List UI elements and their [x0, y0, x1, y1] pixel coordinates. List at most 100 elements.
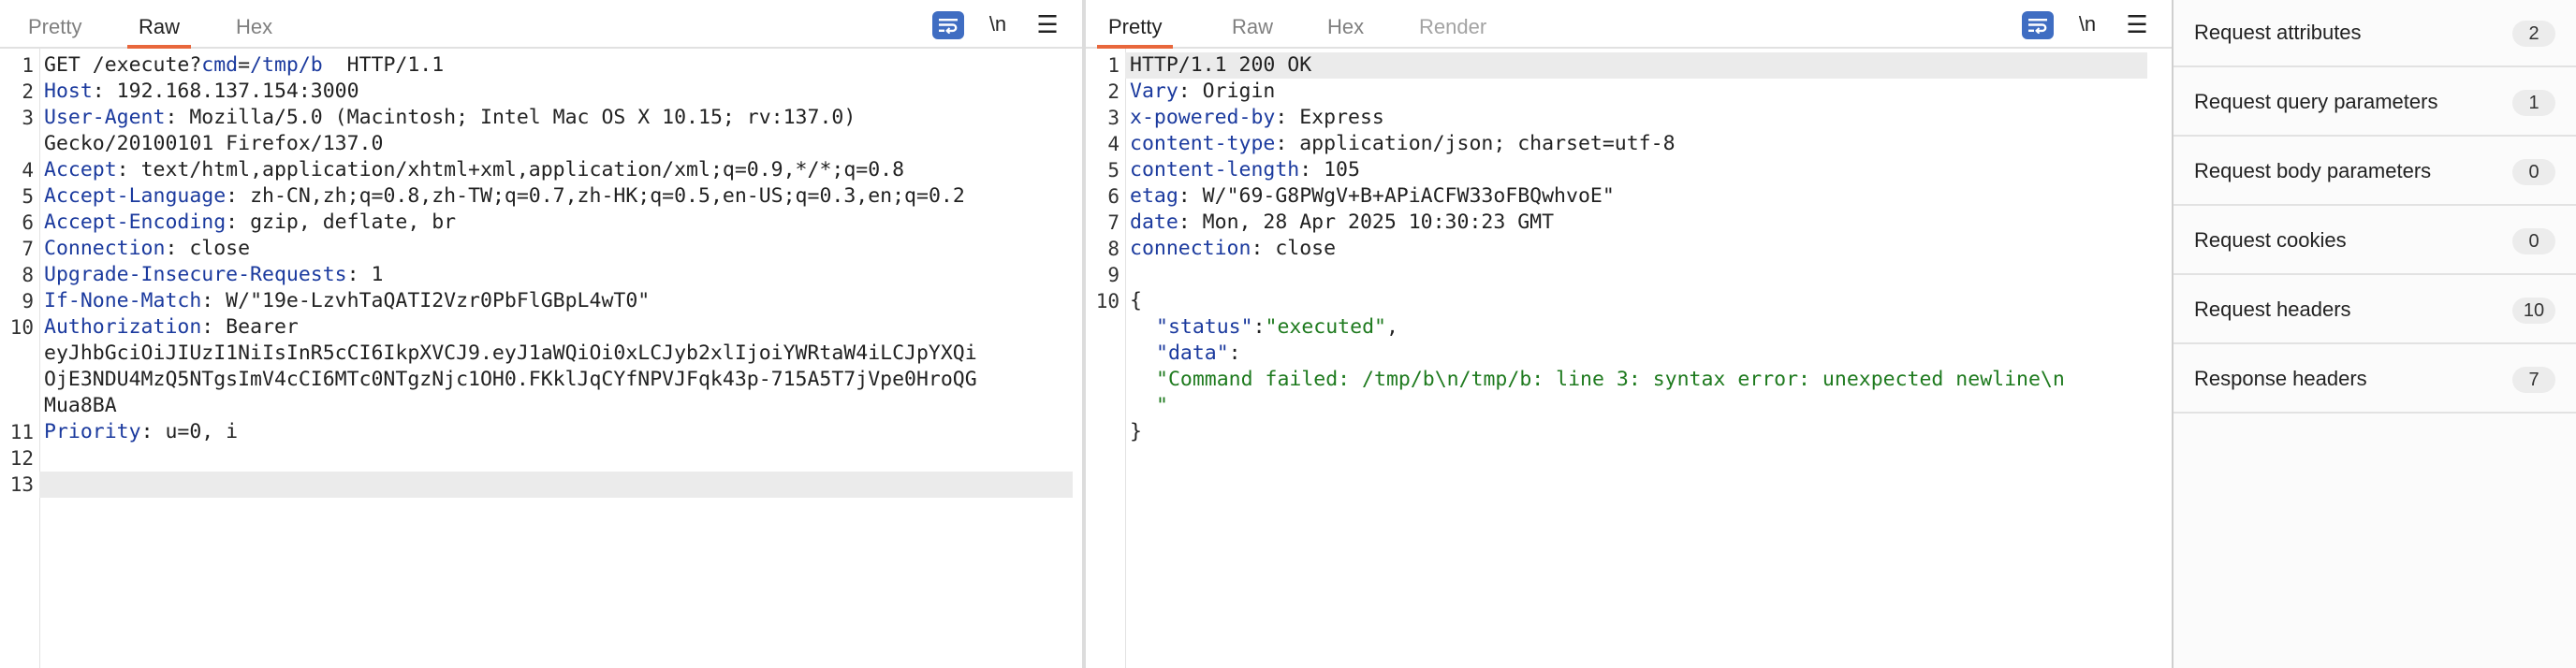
- header-value: Bearer: [213, 315, 299, 339]
- request-method-path: GET /execute?: [44, 53, 202, 77]
- response-panel: Pretty Raw Hex Render \n ☰ 1 2 3 4 5 6 7…: [1086, 0, 2172, 668]
- header-value: close: [1263, 237, 1337, 260]
- inspector-label: Request headers: [2194, 298, 2351, 321]
- jwt-token: eyJhbGciOiJIUzI1NiIsInR5cCI6IkpXVCJ9.eyJ…: [44, 341, 977, 365]
- query-param-name[interactable]: cmd: [201, 53, 238, 77]
- request-tab-bar: Pretty Raw Hex \n ☰: [0, 0, 1082, 49]
- request-editor[interactable]: 1 2 3 4 5 6 7 8 9 10 11 12 13 GET /execu…: [0, 49, 1082, 668]
- line-number: 2: [1107, 80, 1120, 103]
- header-name: Accept-Encoding: [44, 211, 227, 234]
- header-line: User-Agent: Mozilla/5.0 (Macintosh; Inte…: [44, 106, 856, 129]
- json-string-value: "Command failed: /tmp/b\n/tmp/b: line 3:…: [1156, 368, 2065, 391]
- header-value: W/"19e-LzvhTaQATI2Vzr0PbFlGBpL4wT0": [213, 289, 651, 312]
- header-value: W/"69-G8PWgV+B+APiACFW33oFBQwhvoE": [1190, 184, 1615, 208]
- request-line: GET /execute?cmd=/tmp/b HTTP/1.1: [44, 52, 1073, 79]
- header-continuation: eyJhbGciOiJIUzI1NiIsInR5cCI6IkpXVCJ9.eyJ…: [44, 341, 1073, 367]
- json-close-brace: }: [1130, 419, 2162, 445]
- header-line: x-powered-by: Express: [1130, 106, 1384, 129]
- inspector-label: Request body parameters: [2194, 159, 2432, 182]
- response-editor[interactable]: 1 2 3 4 5 6 7 8 9 10 HTTP/1.1 200 OK Var…: [1086, 49, 2172, 668]
- line-number: 13: [9, 473, 34, 496]
- header-line: Accept-Encoding: gzip, deflate, br: [44, 211, 457, 234]
- header-name: User-Agent: [44, 106, 166, 129]
- line-number: 8: [1107, 238, 1120, 260]
- count-badge: 0: [2512, 159, 2555, 185]
- response-tab-render[interactable]: Render: [1408, 0, 1498, 47]
- header-value: Express: [1287, 106, 1384, 129]
- header-line: Authorization: Bearer: [44, 315, 299, 339]
- http-status: HTTP/1.1 200 OK: [1130, 53, 1312, 77]
- json-key: "data": [1156, 341, 1229, 365]
- request-line-gutter: 1 2 3 4 5 6 7 8 9 10 11 12 13: [0, 49, 40, 668]
- wrap-lines-icon[interactable]: [2022, 11, 2054, 39]
- request-tab-pretty[interactable]: Pretty: [17, 0, 93, 47]
- count-badge: 1: [2512, 90, 2555, 116]
- equals-sign: =: [238, 53, 251, 77]
- query-param-value[interactable]: /tmp/b: [250, 53, 323, 77]
- header-line: connection: close: [1130, 237, 1337, 260]
- wrap-lines-icon[interactable]: [932, 11, 964, 39]
- inspector-request-query-parameters[interactable]: Request query parameters 1: [2174, 69, 2576, 137]
- inspector-label: Request attributes: [2194, 21, 2362, 44]
- header-line: Priority: u=0, i: [44, 420, 239, 443]
- request-tab-raw[interactable]: Raw: [127, 0, 192, 49]
- response-line-gutter: 1 2 3 4 5 6 7 8 9 10: [1086, 49, 1126, 668]
- http-version: HTTP/1.1: [322, 53, 445, 77]
- response-tab-bar: Pretty Raw Hex Render \n ☰: [1086, 0, 2172, 49]
- response-tab-pretty[interactable]: Pretty: [1097, 0, 1174, 49]
- show-newlines-button[interactable]: \n: [2071, 11, 2104, 39]
- line-number: 10: [1095, 290, 1120, 312]
- header-name: etag: [1130, 184, 1178, 208]
- inspector-request-attributes[interactable]: Request attributes 2: [2174, 0, 2576, 67]
- response-tab-raw[interactable]: Raw: [1221, 0, 1284, 47]
- hamburger-menu-icon[interactable]: ☰: [1033, 11, 1061, 39]
- hamburger-menu-icon[interactable]: ☰: [2123, 11, 2151, 39]
- header-value: application/json; charset=utf-8: [1287, 132, 1676, 155]
- header-value: Mozilla/5.0 (Macintosh; Intel Mac OS X 1…: [177, 106, 856, 129]
- inspector-request-cookies[interactable]: Request cookies 0: [2174, 208, 2576, 275]
- line-number: 10: [9, 316, 34, 339]
- inspector-request-body-parameters[interactable]: Request body parameters 0: [2174, 138, 2576, 206]
- header-line: Host: 192.168.137.154:3000: [44, 80, 359, 103]
- count-badge: 7: [2512, 367, 2555, 393]
- json-string-value: ": [1156, 394, 1168, 417]
- header-continuation: Mua8BA: [44, 393, 1073, 419]
- json-status-entry: "status":"executed",: [1156, 314, 2162, 341]
- header-value: Mon, 28 Apr 2025 10:30:23 GMT: [1190, 211, 1555, 234]
- header-value: 105: [1311, 158, 1360, 182]
- show-newlines-button[interactable]: \n: [981, 11, 1015, 39]
- inspector-label: Response headers: [2194, 367, 2367, 390]
- brace: }: [1130, 420, 1142, 443]
- line-number: 8: [22, 264, 34, 286]
- inspector-request-headers[interactable]: Request headers 10: [2174, 277, 2576, 344]
- request-tab-hex[interactable]: Hex: [225, 0, 284, 47]
- header-name: connection: [1130, 237, 1251, 260]
- header-value: Origin: [1190, 80, 1276, 103]
- header-name: Upgrade-Insecure-Requests: [44, 263, 347, 286]
- header-line: Accept: text/html,application/xhtml+xml,…: [44, 158, 905, 182]
- inspector-response-headers[interactable]: Response headers 7: [2174, 346, 2576, 414]
- line-number: 9: [22, 290, 34, 312]
- header-value: 1: [359, 263, 384, 286]
- jwt-token: Mua8BA: [44, 394, 117, 417]
- response-tab-hex[interactable]: Hex: [1316, 0, 1375, 47]
- header-value: text/html,application/xhtml+xml,applicat…: [128, 158, 905, 182]
- header-name: Vary: [1130, 80, 1178, 103]
- count-badge: 10: [2512, 298, 2555, 324]
- header-line: content-type: application/json; charset=…: [1130, 132, 1676, 155]
- header-name: content-type: [1130, 132, 1276, 155]
- header-name: Accept-Language: [44, 184, 227, 208]
- header-line: If-None-Match: W/"19e-LzvhTaQATI2Vzr0PbF…: [44, 289, 651, 312]
- line-number: 6: [22, 211, 34, 234]
- json-string-value: "executed": [1265, 315, 1386, 339]
- json-key: "status": [1156, 315, 1253, 339]
- header-value: close: [177, 237, 251, 260]
- empty-line: [1130, 262, 2162, 288]
- header-name: If-None-Match: [44, 289, 202, 312]
- line-number: 12: [9, 447, 34, 470]
- line-number: 4: [22, 159, 34, 182]
- header-name: date: [1130, 211, 1178, 234]
- header-name: Authorization: [44, 315, 202, 339]
- line-number: 7: [1107, 211, 1120, 234]
- json-data-entry: "data":: [1156, 341, 2162, 367]
